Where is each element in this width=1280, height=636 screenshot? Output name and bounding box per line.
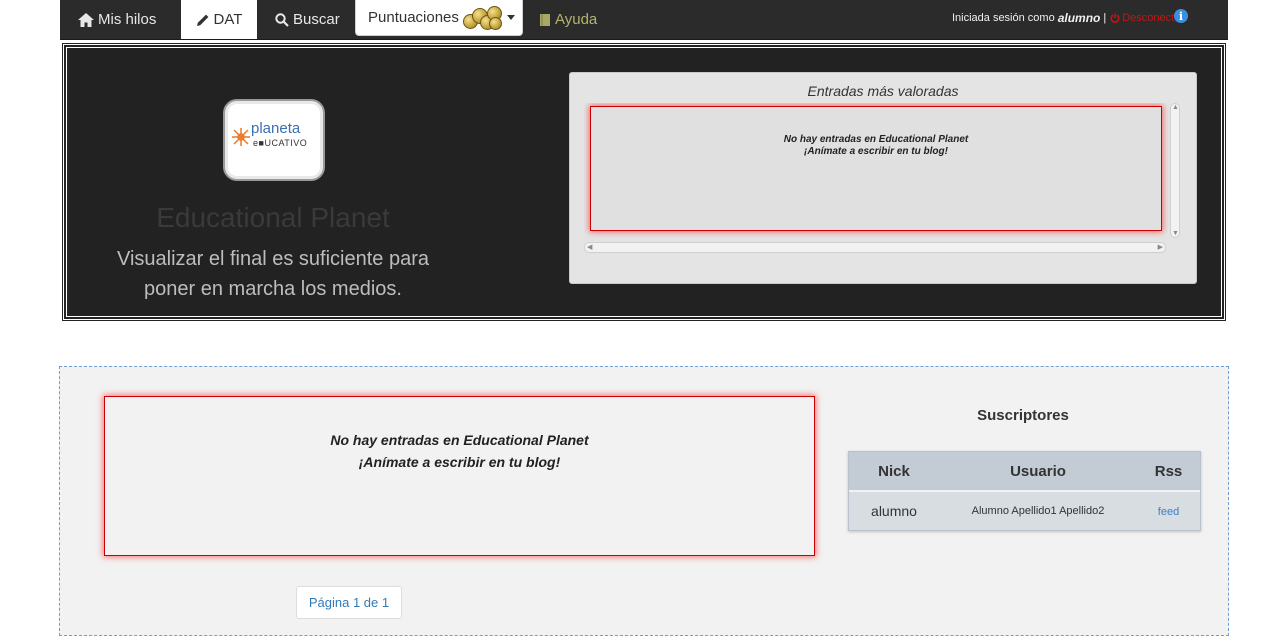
home-icon xyxy=(78,12,94,27)
pagination[interactable]: Página 1 de 1 xyxy=(296,586,402,619)
network-logo-icon xyxy=(232,128,250,146)
subscribers-header-row: Nick Usuario Rss xyxy=(849,452,1200,492)
nav-dat-label: DAT xyxy=(213,11,243,28)
empty-message-line1: No hay entradas en Educational Planet xyxy=(783,134,969,145)
main-content: No hay entradas en Educational Planet ¡A… xyxy=(59,366,1229,636)
session-info: Iniciada sesión como alumno | Desconecta… xyxy=(952,0,1184,36)
blog-logo: planeta e■UCATIVO xyxy=(223,99,325,181)
header-rss: Rss xyxy=(1154,462,1183,480)
nav-mis-hilos[interactable]: Mis hilos xyxy=(78,0,156,39)
session-username: alumno xyxy=(1057,11,1101,25)
vertical-scrollbar[interactable]: ▲ ▼ xyxy=(1170,103,1180,238)
logout-link[interactable]: Desconectar xyxy=(1110,12,1184,24)
top-entries-title: Entradas más valoradas xyxy=(807,83,959,99)
nav-buscar[interactable]: Buscar xyxy=(275,0,340,39)
entries-empty-message: No hay entradas en Educational Planet ¡A… xyxy=(104,396,815,556)
scores-label: Puntuaciones xyxy=(368,9,459,26)
coins-icon xyxy=(462,5,502,30)
logo-subtext: e■UCATIVO xyxy=(253,138,308,148)
horizontal-scrollbar[interactable]: ◀ ▶ xyxy=(584,242,1166,253)
rss-feed-link[interactable]: feed xyxy=(1158,506,1179,518)
book-icon xyxy=(540,13,550,26)
nav-ayuda[interactable]: Ayuda xyxy=(539,0,597,39)
search-icon xyxy=(275,12,289,27)
top-entries-scroll-area[interactable]: No hay entradas en Educational Planet ¡A… xyxy=(584,103,1180,253)
nav-ayuda-label: Ayuda xyxy=(555,11,598,28)
subscribers-title: Suscriptores xyxy=(977,407,1069,424)
top-entries-empty-message: No hay entradas en Educational Planet ¡A… xyxy=(590,106,1162,231)
nav-mis-hilos-label: Mis hilos xyxy=(98,11,157,28)
blog-title: Educational Planet xyxy=(156,202,390,233)
entries-empty-line1: No hay entradas en Educational Planet xyxy=(330,432,589,448)
blog-header: planeta e■UCATIVO Educational Planet Vis… xyxy=(61,42,1227,322)
nav-buscar-label: Buscar xyxy=(293,11,340,28)
blog-header-inner: planeta e■UCATIVO Educational Planet Vis… xyxy=(66,47,1222,317)
header-nick: Nick xyxy=(878,462,910,480)
top-entries-panel: Entradas más valoradas No hay entradas e… xyxy=(569,72,1197,284)
logo-text: planeta xyxy=(251,120,301,137)
blog-subtitle: Visualizar el final es suficiente para p… xyxy=(116,248,430,300)
power-icon xyxy=(1110,13,1120,23)
scores-dropdown[interactable]: Puntuaciones xyxy=(355,0,523,36)
chevron-down-icon xyxy=(506,15,515,20)
pencil-icon xyxy=(196,14,208,26)
header-usuario: Usuario xyxy=(1010,462,1066,480)
entries-empty-line2: ¡Anímate a escribir en tu blog! xyxy=(358,454,561,470)
table-row: alumno Alumno Apellido1 Apellido2 feed xyxy=(849,492,1200,530)
session-separator: | xyxy=(1103,12,1107,24)
cell-nick: alumno xyxy=(871,503,917,519)
top-navbar: Mis hilos DAT Buscar Puntuaciones Ayuda … xyxy=(60,0,1228,40)
info-icon[interactable]: i xyxy=(1174,9,1188,23)
nav-dat[interactable]: DAT xyxy=(181,0,257,39)
cell-usuario: Alumno Apellido1 Apellido2 xyxy=(971,505,1105,517)
empty-message-line2: ¡Anímate a escribir en tu blog! xyxy=(804,146,948,157)
subscribers-table: Nick Usuario Rss alumno Alumno Apellido1… xyxy=(848,451,1201,531)
session-prefix: Iniciada sesión como xyxy=(951,12,1055,24)
